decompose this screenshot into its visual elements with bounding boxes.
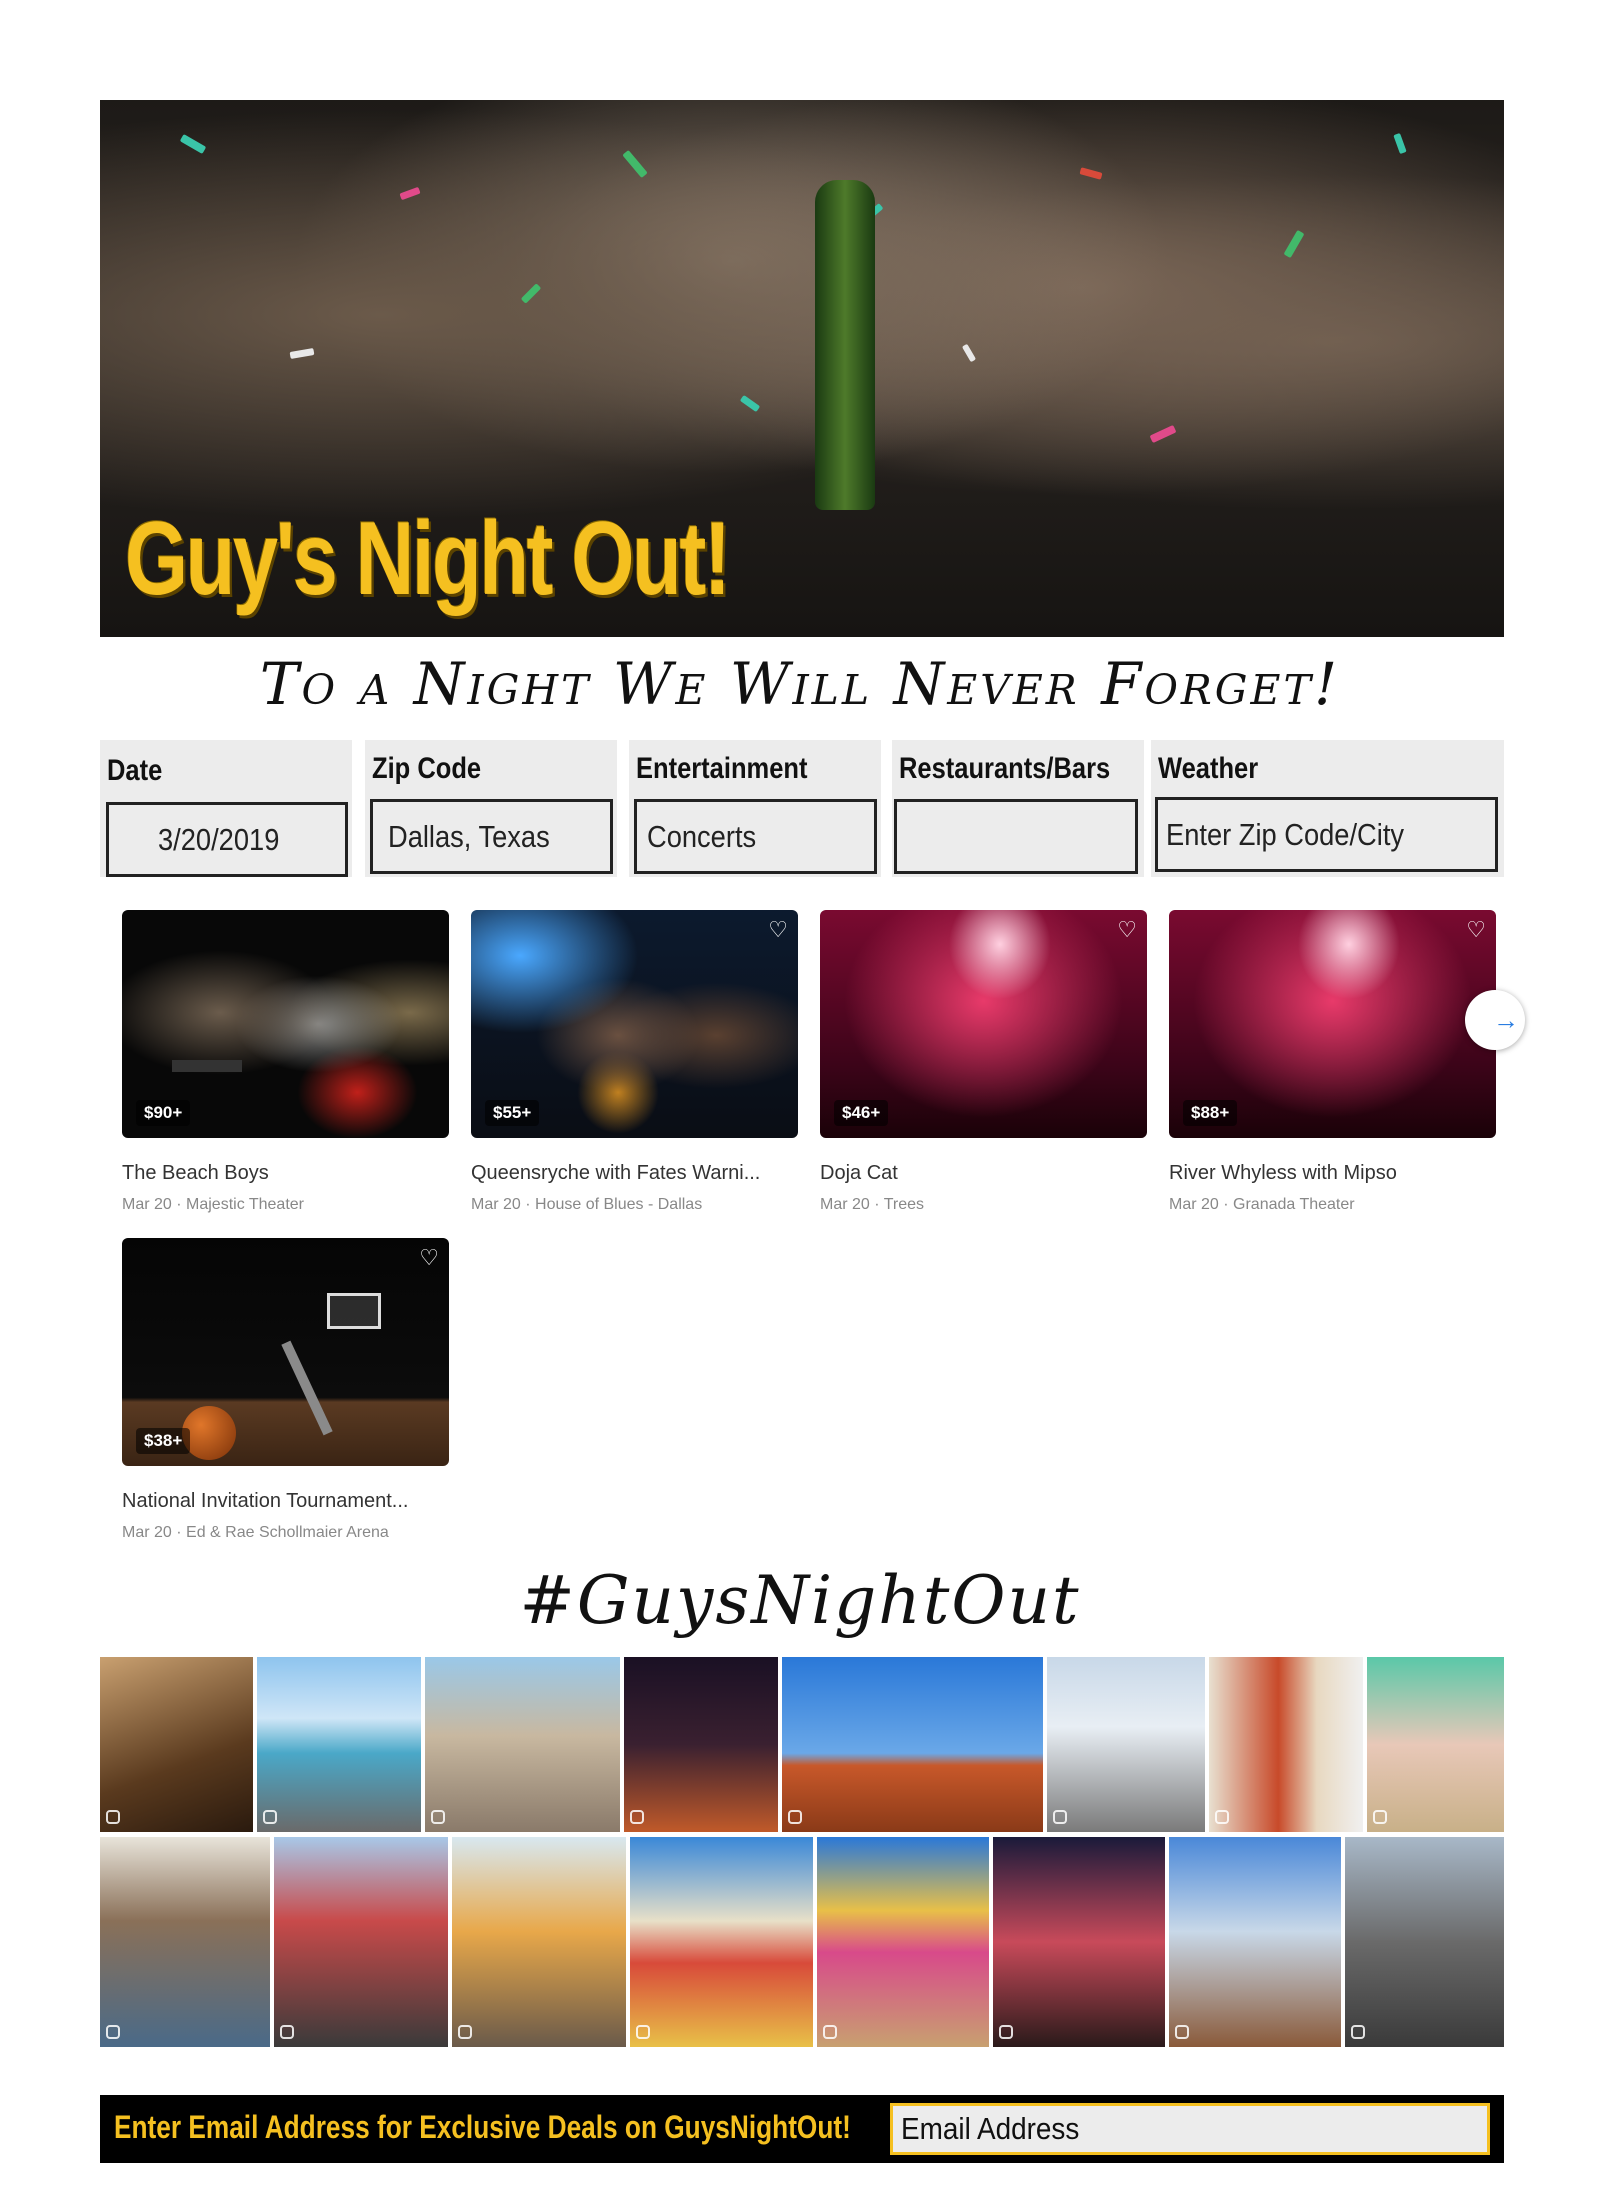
event-image[interactable]: $90+ <box>122 910 449 1138</box>
confetti <box>1079 167 1103 180</box>
heart-icon[interactable]: ♡ <box>1117 918 1137 943</box>
basketball <box>182 1406 236 1460</box>
entertainment-input[interactable]: Concerts <box>634 799 877 874</box>
instagram-icon <box>630 1810 644 1824</box>
gallery-photo[interactable] <box>624 1657 778 1832</box>
event-image[interactable]: ♡ $38+ <box>122 1238 449 1466</box>
event-title[interactable]: Doja Cat <box>820 1162 1150 1185</box>
date-input[interactable]: 3/20/2019 <box>106 802 348 877</box>
gallery-photo[interactable] <box>425 1657 620 1832</box>
price-badge: $38+ <box>136 1428 191 1454</box>
gallery-photo[interactable] <box>1047 1657 1205 1832</box>
event-meta: Mar 20 · House of Blues - Dallas <box>471 1196 703 1213</box>
instagram-icon <box>431 1810 445 1824</box>
gallery-photo[interactable] <box>452 1837 626 2047</box>
filter-label: Weather <box>1158 752 1259 785</box>
event-meta: Mar 20 · Granada Theater <box>1169 1196 1355 1213</box>
instagram-icon <box>106 1810 120 1824</box>
heart-icon[interactable]: ♡ <box>1466 918 1486 943</box>
event-image[interactable]: ♡ $46+ <box>820 910 1147 1138</box>
event-meta: Mar 20 · Majestic Theater <box>122 1196 304 1213</box>
gallery-photo[interactable] <box>274 1837 448 2047</box>
instagram-icon <box>636 2025 650 2039</box>
filter-entertainment: Entertainment Concerts <box>629 740 881 877</box>
gallery-photo[interactable] <box>100 1837 270 2047</box>
zip-code-input[interactable]: Dallas, Texas <box>370 799 613 874</box>
confetti <box>1283 229 1305 259</box>
filter-weather: Weather Enter Zip Code/City <box>1151 740 1504 877</box>
confetti <box>520 283 542 304</box>
instagram-icon <box>999 2025 1013 2039</box>
email-signup-bar: Enter Email Address for Exclusive Deals … <box>100 2095 1504 2163</box>
price-badge: $88+ <box>1183 1100 1238 1126</box>
email-field[interactable]: Email Address <box>890 2103 1490 2155</box>
instagram-icon <box>280 2025 294 2039</box>
event-meta: Mar 20 · Ed & Rae Schollmaier Arena <box>122 1524 389 1541</box>
gallery-photo[interactable] <box>1209 1657 1363 1832</box>
instagram-icon <box>106 2025 120 2039</box>
price-badge: $46+ <box>834 1100 889 1126</box>
gallery-photo[interactable] <box>817 1837 989 2047</box>
instagram-icon <box>1053 1810 1067 1824</box>
instagram-icon <box>1175 2025 1189 2039</box>
gallery-photo[interactable] <box>257 1657 421 1832</box>
confetti <box>399 186 421 201</box>
gallery-photo[interactable] <box>630 1837 813 2047</box>
keyboard-prop <box>172 1060 242 1072</box>
instagram-icon <box>823 2025 837 2039</box>
filter-date: Date 3/20/2019 <box>100 740 352 877</box>
email-prompt: Enter Email Address for Exclusive Deals … <box>114 2109 851 2145</box>
backboard <box>327 1293 381 1329</box>
event-image[interactable]: ♡ $55+ <box>471 910 798 1138</box>
filter-label: Entertainment <box>636 752 808 785</box>
price-badge: $90+ <box>136 1100 191 1126</box>
gallery-photo[interactable] <box>1367 1657 1504 1832</box>
heart-icon[interactable]: ♡ <box>768 918 788 943</box>
instagram-icon <box>1351 2025 1365 2039</box>
event-title[interactable]: Queensryche with Fates Warni... <box>471 1162 801 1185</box>
filter-label: Date <box>107 754 163 787</box>
filter-label: Restaurants/Bars <box>899 752 1111 785</box>
instagram-icon <box>458 2025 472 2039</box>
filter-label: Zip Code <box>372 752 482 785</box>
filter-bar: Date 3/20/2019 Zip Code Dallas, Texas En… <box>100 740 1504 877</box>
hero-banner: Guy's Night Out! <box>100 100 1504 637</box>
confetti <box>1393 132 1407 155</box>
hoop-pole <box>281 1340 333 1436</box>
instagram-icon <box>788 1810 802 1824</box>
event-title[interactable]: River Whyless with Mipso <box>1169 1162 1499 1185</box>
confetti <box>1149 424 1177 444</box>
confetti <box>739 394 761 413</box>
hashtag-heading: #GuysNightOut <box>519 1562 1081 1639</box>
confetti <box>289 347 315 360</box>
instagram-icon <box>1215 1810 1229 1824</box>
gallery-photo[interactable] <box>1169 1837 1341 2047</box>
weather-input[interactable]: Enter Zip Code/City <box>1155 797 1498 872</box>
price-badge: $55+ <box>485 1100 540 1126</box>
gallery-photo[interactable] <box>993 1837 1165 2047</box>
event-image[interactable]: ♡ $88+ <box>1169 910 1496 1138</box>
instagram-icon <box>1373 1810 1387 1824</box>
confetti <box>961 343 977 363</box>
instagram-icon <box>263 1810 277 1824</box>
heart-icon[interactable]: ♡ <box>419 1246 439 1271</box>
tagline: To a Night We Will Never Forget! <box>259 650 1341 718</box>
gallery-photo[interactable] <box>782 1657 1043 1832</box>
arrow-right-icon[interactable]: → <box>1465 990 1525 1050</box>
instagram-gallery <box>100 1657 1504 2057</box>
confetti <box>622 149 648 179</box>
event-title[interactable]: The Beach Boys <box>122 1162 452 1185</box>
event-meta: Mar 20 · Trees <box>820 1196 925 1213</box>
restaurants-bars-input[interactable] <box>894 799 1138 874</box>
hero-title: Guy's Night Out! <box>125 501 731 617</box>
gallery-photo[interactable] <box>1345 1837 1504 2047</box>
confetti <box>179 134 207 154</box>
filter-zip-code: Zip Code Dallas, Texas <box>365 740 617 877</box>
filter-restaurants-bars: Restaurants/Bars <box>892 740 1144 877</box>
event-title[interactable]: National Invitation Tournament... <box>122 1490 452 1513</box>
gallery-photo[interactable] <box>100 1657 253 1832</box>
champagne-bottle <box>815 180 875 510</box>
